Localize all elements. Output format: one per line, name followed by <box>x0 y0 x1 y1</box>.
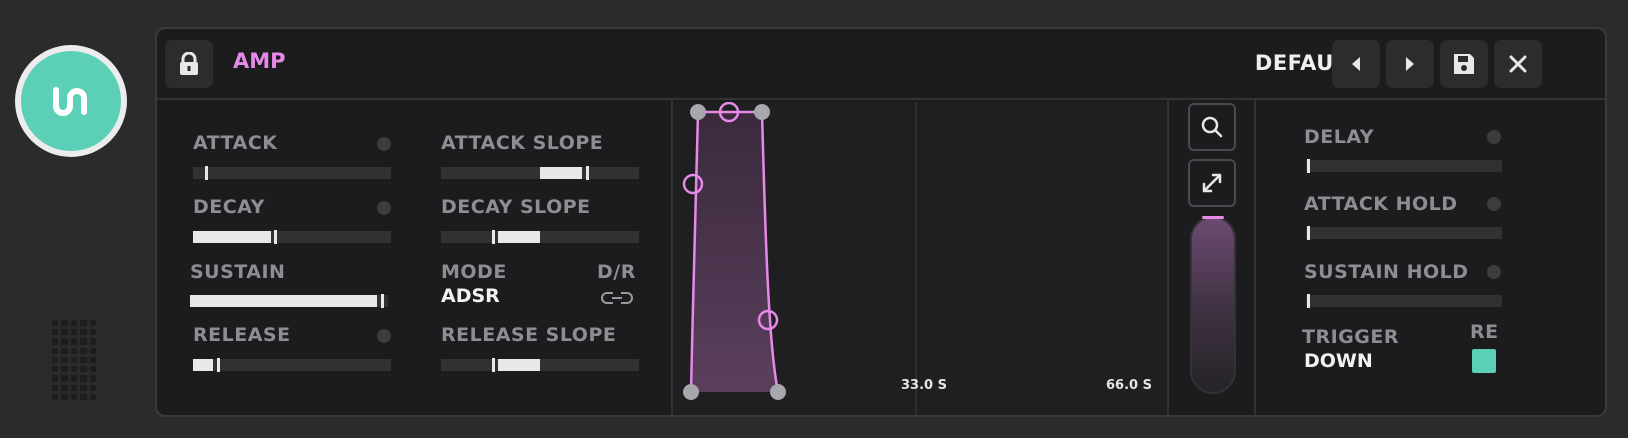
sustain-hold-slider[interactable] <box>1306 294 1502 308</box>
attack-slider[interactable] <box>193 166 391 180</box>
lock-button[interactable] <box>165 40 213 88</box>
sustain-slider[interactable] <box>190 294 388 308</box>
next-preset-button[interactable] <box>1386 40 1434 88</box>
expand-button[interactable] <box>1188 159 1236 207</box>
envelope-node-start <box>683 384 699 400</box>
previous-preset-button[interactable] <box>1332 40 1380 88</box>
chevron-right-icon <box>1406 57 1414 71</box>
attack-mod-dot[interactable] <box>377 137 391 151</box>
envelope-node-attack <box>690 104 706 120</box>
save-icon <box>1454 54 1474 74</box>
delay-mod-dot[interactable] <box>1487 130 1501 144</box>
release-slope-label: RELEASE SLOPE <box>441 324 617 346</box>
envelope-graph[interactable]: 33.0 S 66.0 S <box>673 102 1167 415</box>
attack-hold-mod-dot[interactable] <box>1487 197 1501 211</box>
decay-mod-dot[interactable] <box>377 201 391 215</box>
decay-label: DECAY <box>193 196 265 218</box>
release-slider[interactable] <box>193 358 391 372</box>
close-button[interactable] <box>1494 40 1542 88</box>
envelope-node-decay <box>754 104 770 120</box>
trigger-value[interactable]: DOWN <box>1304 350 1373 372</box>
dr-label: D/R <box>597 261 636 283</box>
close-icon <box>1509 55 1527 73</box>
level-meter-peak <box>1202 216 1224 219</box>
expand-icon <box>1202 173 1222 193</box>
attack-slope-label: ATTACK SLOPE <box>441 132 604 154</box>
attack-hold-label: ATTACK HOLD <box>1304 193 1458 215</box>
chevron-left-icon <box>1352 57 1360 71</box>
zoom-button[interactable] <box>1188 103 1236 151</box>
re-toggle[interactable] <box>1472 349 1496 373</box>
save-preset-button[interactable] <box>1440 40 1488 88</box>
delay-slider[interactable] <box>1306 159 1502 173</box>
envelope-node-release <box>770 384 786 400</box>
logo-icon <box>21 51 121 151</box>
amp-envelope-panel: AMP DEFAULT ATTACK DECAY SUSTAIN RELEASE… <box>155 27 1607 417</box>
attack-slope-slider[interactable] <box>441 166 639 180</box>
link-icon[interactable] <box>601 291 633 305</box>
decay-slope-slider[interactable] <box>441 230 639 244</box>
app-logo[interactable] <box>15 45 127 157</box>
zoom-icon <box>1201 116 1223 138</box>
sustain-hold-mod-dot[interactable] <box>1487 265 1501 279</box>
sustain-label: SUSTAIN <box>190 261 286 283</box>
attack-hold-slider[interactable] <box>1306 226 1502 240</box>
panel-header: AMP DEFAULT <box>157 29 1605 100</box>
re-label: RE <box>1470 321 1499 343</box>
mode-label: MODE <box>441 261 507 283</box>
time-mark-1: 33.0 S <box>901 378 947 393</box>
decay-slope-label: DECAY SLOPE <box>441 196 591 218</box>
module-title: AMP <box>233 49 286 73</box>
decay-slider[interactable] <box>193 230 391 244</box>
level-meter <box>1190 216 1236 394</box>
attack-label: ATTACK <box>193 132 278 154</box>
release-slope-slider[interactable] <box>441 358 639 372</box>
sustain-hold-label: SUSTAIN HOLD <box>1304 261 1469 283</box>
mode-value[interactable]: ADSR <box>441 285 500 307</box>
release-mod-dot[interactable] <box>377 329 391 343</box>
lock-icon <box>180 52 198 75</box>
release-label: RELEASE <box>193 324 291 346</box>
drag-grip-icon[interactable] <box>52 320 96 400</box>
delay-label: DELAY <box>1304 126 1375 148</box>
time-mark-2: 66.0 S <box>1106 378 1152 393</box>
trigger-label: TRIGGER <box>1302 326 1399 348</box>
